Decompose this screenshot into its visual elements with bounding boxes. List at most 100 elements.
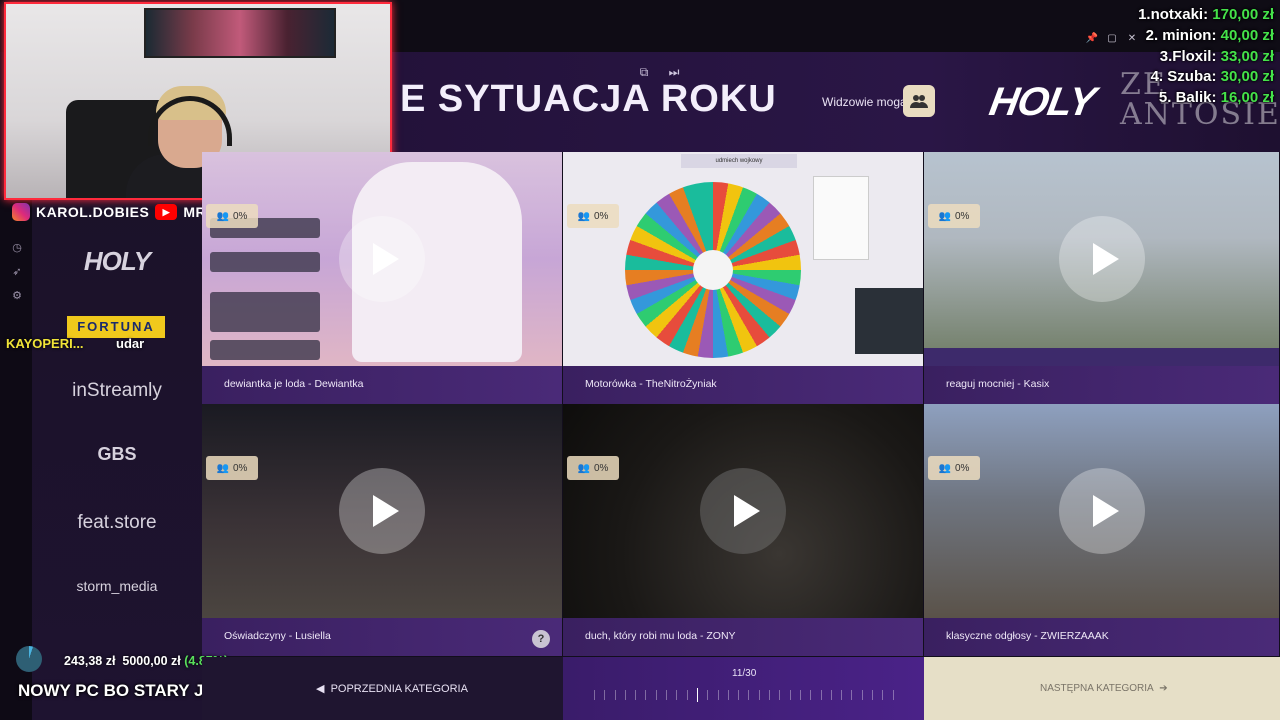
- facecam: [855, 288, 923, 354]
- prev-category-label[interactable]: ◀ POPRZEDNIA KATEGORIA: [316, 682, 468, 695]
- help-icon[interactable]: ?: [532, 630, 550, 648]
- users-icon: 👥: [216, 210, 229, 222]
- page-tick[interactable]: [727, 690, 729, 700]
- users-icon: 👥: [577, 462, 590, 474]
- wheel-hub: [693, 250, 733, 290]
- vote-percent-badge: 👥 0%: [928, 204, 980, 228]
- page-tick[interactable]: [789, 690, 791, 700]
- sponsor-holy: HOLY: [83, 246, 151, 276]
- page-tick[interactable]: [851, 690, 853, 700]
- pin-icon[interactable]: 📌: [1086, 32, 1098, 44]
- page-tick[interactable]: [872, 690, 874, 700]
- youtube-icon: ▶: [155, 204, 178, 220]
- clip-thumbnail[interactable]: udmiech wojkowy: [563, 152, 923, 366]
- page-tick[interactable]: [841, 690, 843, 700]
- wall-painting: [144, 8, 336, 58]
- page-tick[interactable]: [738, 690, 740, 700]
- page-tick[interactable]: [820, 690, 822, 700]
- clip-thumbnail[interactable]: [924, 404, 1279, 618]
- vote-percent-badge: 👥 0%: [206, 456, 258, 480]
- page-tick[interactable]: [614, 690, 616, 700]
- page-tick[interactable]: [696, 688, 698, 702]
- instagram-handle: KAROL.DOBIES: [36, 204, 150, 220]
- video-overlay-bar: [924, 348, 1279, 366]
- users-icon: 👥: [938, 462, 951, 474]
- page-tick[interactable]: [666, 690, 668, 700]
- arrow-right-icon: ➔: [1153, 683, 1168, 694]
- page-tick[interactable]: [769, 690, 771, 700]
- window-icon[interactable]: ▢: [1106, 32, 1118, 44]
- play-button[interactable]: [339, 468, 425, 554]
- nav-rail: ◷ ➶ ⚙: [0, 200, 32, 720]
- page-tick[interactable]: [748, 690, 750, 700]
- goal-progress-ring: [16, 646, 42, 672]
- chat-bubble: [210, 340, 320, 360]
- leaderboard-row: 3.Floxil: 33,00 zł: [1159, 48, 1274, 65]
- clip-caption: Motorówka - TheNitroŻyniak: [563, 366, 923, 404]
- play-icon: [373, 243, 399, 275]
- leaderboard-row: 5. Balik: 16,00 zł: [1158, 89, 1274, 106]
- rocket-icon[interactable]: ➶: [10, 264, 24, 278]
- clip-card[interactable]: 👥 0% dewiantka je loda - Dewiantka: [202, 152, 563, 404]
- clip-thumbnail[interactable]: [202, 404, 562, 618]
- page-tick[interactable]: [882, 690, 884, 700]
- clip-card[interactable]: 👥 0% klasyczne odgłosy - ZWIERZAAAK: [924, 404, 1280, 656]
- clip-caption: klasyczne odgłosy - ZWIERZAAAK: [924, 618, 1279, 656]
- play-button[interactable]: [339, 216, 425, 302]
- page-tick[interactable]: [861, 690, 863, 700]
- holy-logo: HOLY: [986, 80, 1099, 124]
- play-icon: [1092, 495, 1119, 527]
- clip-thumbnail[interactable]: [563, 404, 923, 618]
- clip-card[interactable]: udmiech wojkowy 👥 0% Motorówka - TheNitro…: [563, 152, 924, 404]
- clip-card[interactable]: 👥 0% duch, który robi mu loda - ZONY: [563, 404, 924, 656]
- clip-caption: reaguj mocniej - Kasix: [924, 366, 1279, 404]
- viewers-button[interactable]: [903, 85, 935, 117]
- sponsor-instreamly: inStreamly: [72, 380, 162, 401]
- next-category-label[interactable]: NASTĘPNA KATEGORIA ➔: [1040, 683, 1168, 694]
- page-tick[interactable]: [645, 690, 647, 700]
- chat-message: udar: [116, 336, 145, 351]
- donation-goal: 243,38 zł 5000,00 zł (4.87%): [14, 646, 228, 674]
- clock-icon[interactable]: ◷: [10, 240, 24, 254]
- arrow-left-icon: ◀: [316, 683, 331, 695]
- play-button[interactable]: [1058, 216, 1145, 302]
- clip-card[interactable]: 👥 0% Oświadczyny - Lusiella ?: [202, 404, 563, 656]
- page-ticks[interactable]: [594, 688, 894, 702]
- window-tools: 📌 ▢ ✕: [1086, 32, 1138, 44]
- close-icon[interactable]: ✕: [1126, 32, 1138, 44]
- vote-percent-badge: 👥 0%: [206, 204, 258, 228]
- popout-icon[interactable]: ⧉: [636, 64, 652, 80]
- vote-percent-badge: 👥 0%: [567, 456, 619, 480]
- play-icon: [734, 495, 760, 527]
- play-button[interactable]: [1058, 468, 1145, 554]
- page-tick[interactable]: [624, 690, 626, 700]
- sponsor-featstore: feat.store: [77, 512, 157, 533]
- page-tick[interactable]: [830, 690, 832, 700]
- page-tick[interactable]: [655, 690, 657, 700]
- page-tick[interactable]: [717, 690, 719, 700]
- users-icon: 👥: [216, 462, 229, 474]
- page-tick[interactable]: [676, 690, 678, 700]
- clip-thumbnail[interactable]: [924, 152, 1279, 366]
- wheel-banner: udmiech wojkowy: [681, 154, 797, 168]
- page-tick[interactable]: [707, 690, 709, 700]
- instagram-icon: [12, 203, 30, 221]
- clip-thumbnail[interactable]: [202, 152, 562, 366]
- wheel-list-panel: [813, 176, 869, 260]
- page-tick[interactable]: [604, 690, 606, 700]
- skip-icon[interactable]: ⏭: [666, 64, 682, 80]
- clip-caption: dewiantka je loda - Dewiantka: [202, 366, 562, 404]
- leaderboard-row: 1.notxaki: 170,00 zł: [1138, 6, 1274, 23]
- page-tick[interactable]: [799, 690, 801, 700]
- gear-icon[interactable]: ⚙: [10, 288, 24, 302]
- page-tick[interactable]: [686, 690, 688, 700]
- chat-bubble: [210, 292, 320, 332]
- page-tick[interactable]: [635, 690, 637, 700]
- play-button[interactable]: [700, 468, 786, 554]
- page-tick[interactable]: [594, 690, 595, 700]
- page-tick[interactable]: [779, 690, 781, 700]
- page-tick[interactable]: [892, 690, 894, 700]
- page-tick[interactable]: [758, 690, 760, 700]
- page-tick[interactable]: [810, 690, 812, 700]
- clip-card[interactable]: 👥 0% reaguj mocniej - Kasix: [924, 152, 1280, 404]
